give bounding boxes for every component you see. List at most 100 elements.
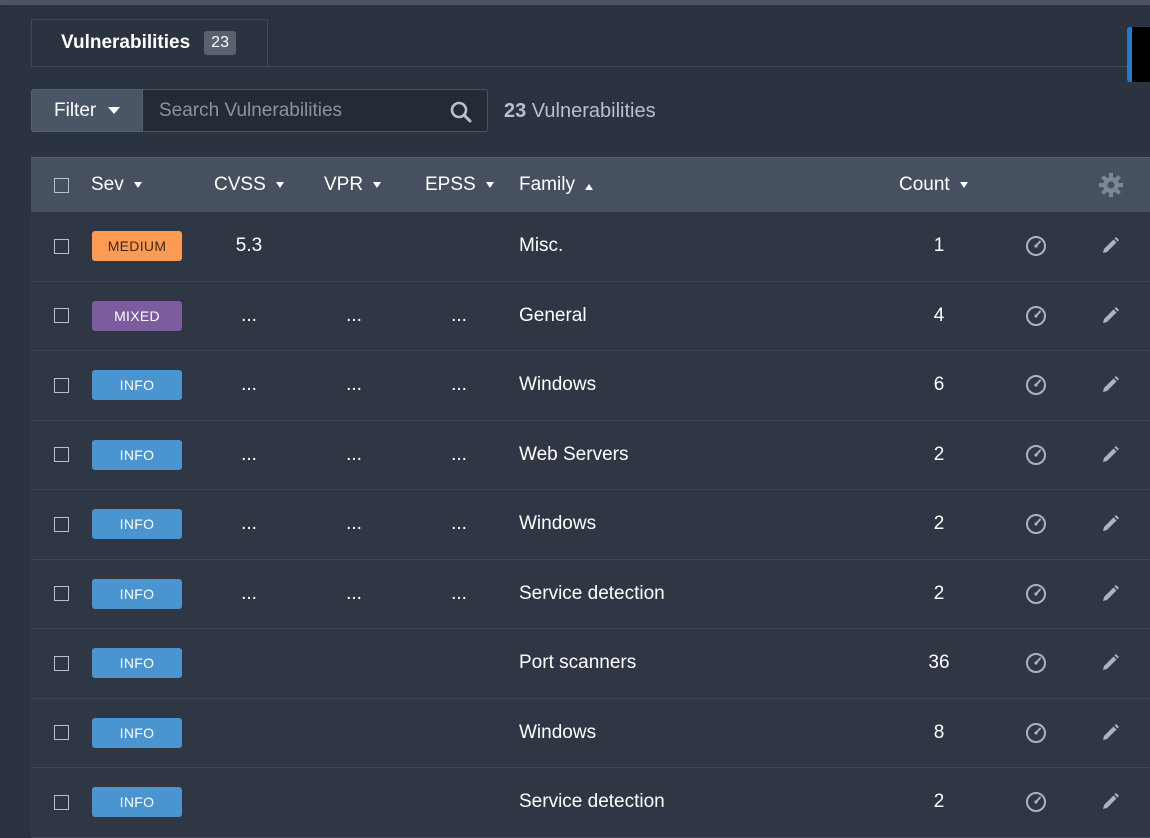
details-button[interactable] — [1025, 490, 1047, 558]
count-cell: 2 — [933, 582, 945, 604]
row-checkbox[interactable] — [54, 447, 69, 462]
epss-cell: ... — [451, 374, 467, 395]
filter-button[interactable]: Filter — [31, 89, 143, 132]
column-label: VPR — [324, 174, 364, 195]
sort-down-icon — [133, 182, 142, 188]
edit-button[interactable] — [1100, 699, 1120, 767]
severity-badge: INFO — [92, 717, 182, 748]
row-checkbox-cell — [54, 560, 69, 628]
cvss-cell: ... — [241, 304, 257, 326]
filter-label: Filter — [54, 99, 97, 121]
edit-button[interactable] — [1100, 768, 1120, 836]
gear-icon — [1099, 173, 1123, 197]
severity-badge: INFO — [92, 509, 182, 539]
details-button[interactable] — [1025, 629, 1047, 697]
table-row[interactable]: INFO ... ... ... Windows 2 — [31, 490, 1150, 560]
search-input[interactable] — [157, 98, 441, 123]
count-cell: 4 — [933, 304, 945, 326]
edit-button[interactable] — [1100, 629, 1120, 697]
gauge-icon — [1026, 653, 1046, 673]
details-button[interactable] — [1025, 212, 1047, 280]
epss-cell — [419, 768, 499, 836]
vpr-cell: ... — [346, 374, 362, 395]
epss-cell: ... — [451, 582, 467, 604]
table-row[interactable]: INFO Windows 8 — [31, 698, 1150, 768]
row-checkbox-cell — [54, 212, 69, 280]
family-cell: Windows — [519, 513, 597, 534]
column-label: EPSS — [425, 174, 476, 195]
row-checkbox-cell — [54, 490, 69, 558]
sort-up-icon — [584, 184, 593, 190]
edit-button[interactable] — [1100, 282, 1120, 350]
row-checkbox[interactable] — [54, 655, 69, 671]
cvss-cell — [209, 629, 289, 697]
search-icon[interactable] — [449, 100, 473, 124]
table-row[interactable]: MEDIUM 5.3 Misc. 1 — [31, 212, 1150, 282]
column-header-sev[interactable]: Sev — [91, 158, 142, 212]
column-header-epss[interactable]: EPSS — [425, 158, 494, 212]
row-checkbox[interactable] — [54, 308, 69, 323]
severity-cell: INFO — [92, 421, 182, 489]
pencil-icon — [1103, 376, 1119, 392]
severity-badge: MEDIUM — [92, 231, 182, 261]
column-header-family[interactable]: Family — [519, 158, 593, 212]
tab-vulnerabilities[interactable]: Vulnerabilities 23 — [31, 19, 268, 66]
table-row[interactable]: INFO Service detection 2 — [31, 768, 1150, 838]
edit-button[interactable] — [1100, 212, 1120, 280]
tab-bar-divider — [31, 66, 1150, 67]
vpr-cell — [314, 629, 394, 697]
family-cell: Windows — [519, 374, 597, 395]
cvss-cell — [209, 768, 289, 836]
cvss-cell — [209, 699, 289, 767]
details-button[interactable] — [1025, 282, 1047, 350]
column-settings-button[interactable] — [1098, 158, 1124, 212]
details-button[interactable] — [1025, 421, 1047, 489]
edit-button[interactable] — [1100, 490, 1120, 558]
row-checkbox-cell — [54, 768, 69, 836]
details-button[interactable] — [1025, 768, 1047, 836]
count-cell: 2 — [933, 513, 945, 534]
pencil-icon — [1103, 445, 1119, 462]
severity-cell: INFO — [92, 629, 182, 697]
column-header-count[interactable]: Count — [899, 158, 968, 212]
side-panel-toggle[interactable] — [1127, 27, 1150, 82]
column-header-vpr[interactable]: VPR — [324, 158, 382, 212]
row-checkbox[interactable] — [54, 516, 69, 532]
vpr-cell — [314, 768, 394, 836]
edit-button[interactable] — [1100, 560, 1120, 628]
family-cell: Service detection — [519, 791, 665, 812]
table-row[interactable]: INFO ... ... ... Web Servers 2 — [31, 420, 1150, 490]
cvss-cell: 5.3 — [235, 235, 263, 256]
row-checkbox[interactable] — [54, 586, 69, 601]
details-button[interactable] — [1025, 351, 1047, 419]
row-checkbox[interactable] — [54, 794, 69, 810]
table-body: MEDIUM 5.3 Misc. 1 MIXED ... ... ... Gen… — [31, 212, 1150, 838]
epss-cell — [419, 699, 499, 767]
tab-label: Vulnerabilities — [61, 32, 191, 53]
select-all-checkbox[interactable] — [54, 177, 69, 193]
severity-badge: INFO — [92, 439, 182, 470]
details-button[interactable] — [1025, 560, 1047, 628]
severity-cell: INFO — [92, 768, 182, 836]
severity-cell: INFO — [92, 699, 182, 767]
pencil-icon — [1103, 306, 1119, 323]
vulnerability-total-count: 23 — [504, 100, 527, 122]
table-row[interactable]: INFO ... ... ... Windows 6 — [31, 351, 1150, 421]
table-row[interactable]: MIXED ... ... ... General 4 — [31, 281, 1150, 351]
details-button[interactable] — [1025, 699, 1047, 767]
column-header-cvss[interactable]: CVSS — [214, 158, 284, 212]
row-checkbox[interactable] — [54, 377, 69, 393]
column-label: Sev — [91, 174, 124, 195]
edit-button[interactable] — [1100, 421, 1120, 489]
row-checkbox-cell — [54, 421, 69, 489]
table-row[interactable]: INFO ... ... ... Service detection 2 — [31, 559, 1150, 629]
gauge-icon — [1026, 792, 1046, 812]
row-checkbox[interactable] — [54, 725, 69, 740]
cvss-cell: ... — [241, 513, 257, 534]
row-checkbox-cell — [54, 282, 69, 350]
row-checkbox[interactable] — [54, 238, 69, 254]
family-cell: Misc. — [519, 235, 564, 256]
table-row[interactable]: INFO Port scanners 36 — [31, 629, 1150, 699]
severity-badge: INFO — [92, 787, 182, 817]
edit-button[interactable] — [1100, 351, 1120, 419]
